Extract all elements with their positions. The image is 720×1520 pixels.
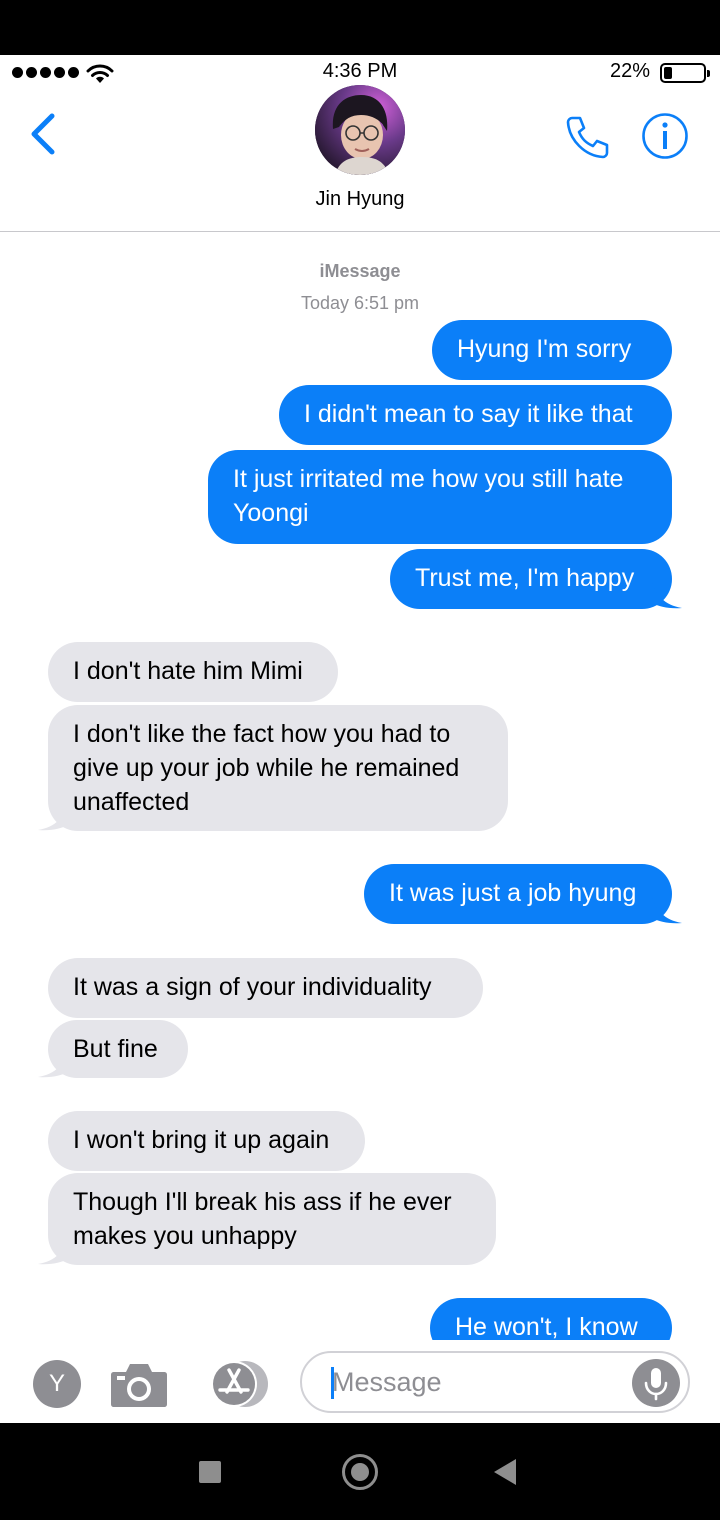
microphone-button[interactable] [632,1359,680,1407]
message-bubble-incoming[interactable]: I won't bring it up again [48,1111,365,1171]
bubble-tail [652,896,682,924]
back-triangle-icon[interactable] [494,1459,516,1485]
message-bubble-outgoing[interactable]: Trust me, I'm happy [390,549,672,609]
phone-icon[interactable] [563,113,611,161]
contact-name[interactable]: Jin Hyung [0,188,720,211]
message-bubble-outgoing[interactable]: It just irritated me how you still hate … [208,450,672,544]
text-cursor [331,1367,334,1399]
battery-percent: 22% [609,60,650,82]
message-bubble-outgoing[interactable]: Hyung I'm sorry [432,320,672,380]
message-bubble-incoming[interactable]: It was a sign of your individuality [48,958,483,1018]
message-input-field[interactable] [300,1351,690,1413]
message-input[interactable] [332,1361,622,1403]
message-bubble-outgoing[interactable]: It was just a job hyung [364,864,672,924]
message-toolbar: Y [0,1340,720,1423]
message-bubble-incoming[interactable]: Though I'll break his ass if he ever mak… [48,1173,496,1265]
microphone-icon [644,1368,668,1401]
messages-screen: 4:36 PM 22% Jin Hyung iMessage Today 6:5… [0,55,720,1423]
header-divider [0,231,720,232]
top-bezel [0,0,720,55]
message-bubble-incoming[interactable]: I don't hate him Mimi [48,642,338,702]
bubble-tail [652,581,682,609]
info-icon[interactable] [640,111,690,161]
battery-icon [660,63,710,83]
service-label: iMessage [319,261,401,281]
app-store-icon[interactable] [205,1360,271,1408]
chevron-left-icon[interactable] [26,110,60,158]
system-navigation-bar [0,1423,720,1520]
avatar-photo [315,85,405,175]
bubble-tail [38,1237,68,1265]
home-icon[interactable] [342,1454,378,1490]
conversation-timestamp: Today 6:51 pm [300,293,420,313]
battery-level [664,67,673,79]
camera-icon[interactable] [110,1360,168,1408]
app-shortcut-button[interactable]: Y [33,1360,81,1408]
message-bubble-outgoing[interactable]: I didn't mean to say it like that [279,385,672,445]
bubble-tail [38,1050,68,1078]
status-bar: 4:36 PM 22% [0,55,720,89]
recent-apps-icon[interactable] [199,1461,221,1483]
message-bubble-incoming[interactable]: I don't like the fact how you had to giv… [48,705,508,831]
avatar[interactable] [315,85,405,175]
message-bubble-incoming[interactable]: But fine [48,1020,188,1078]
bubble-tail [38,803,68,831]
